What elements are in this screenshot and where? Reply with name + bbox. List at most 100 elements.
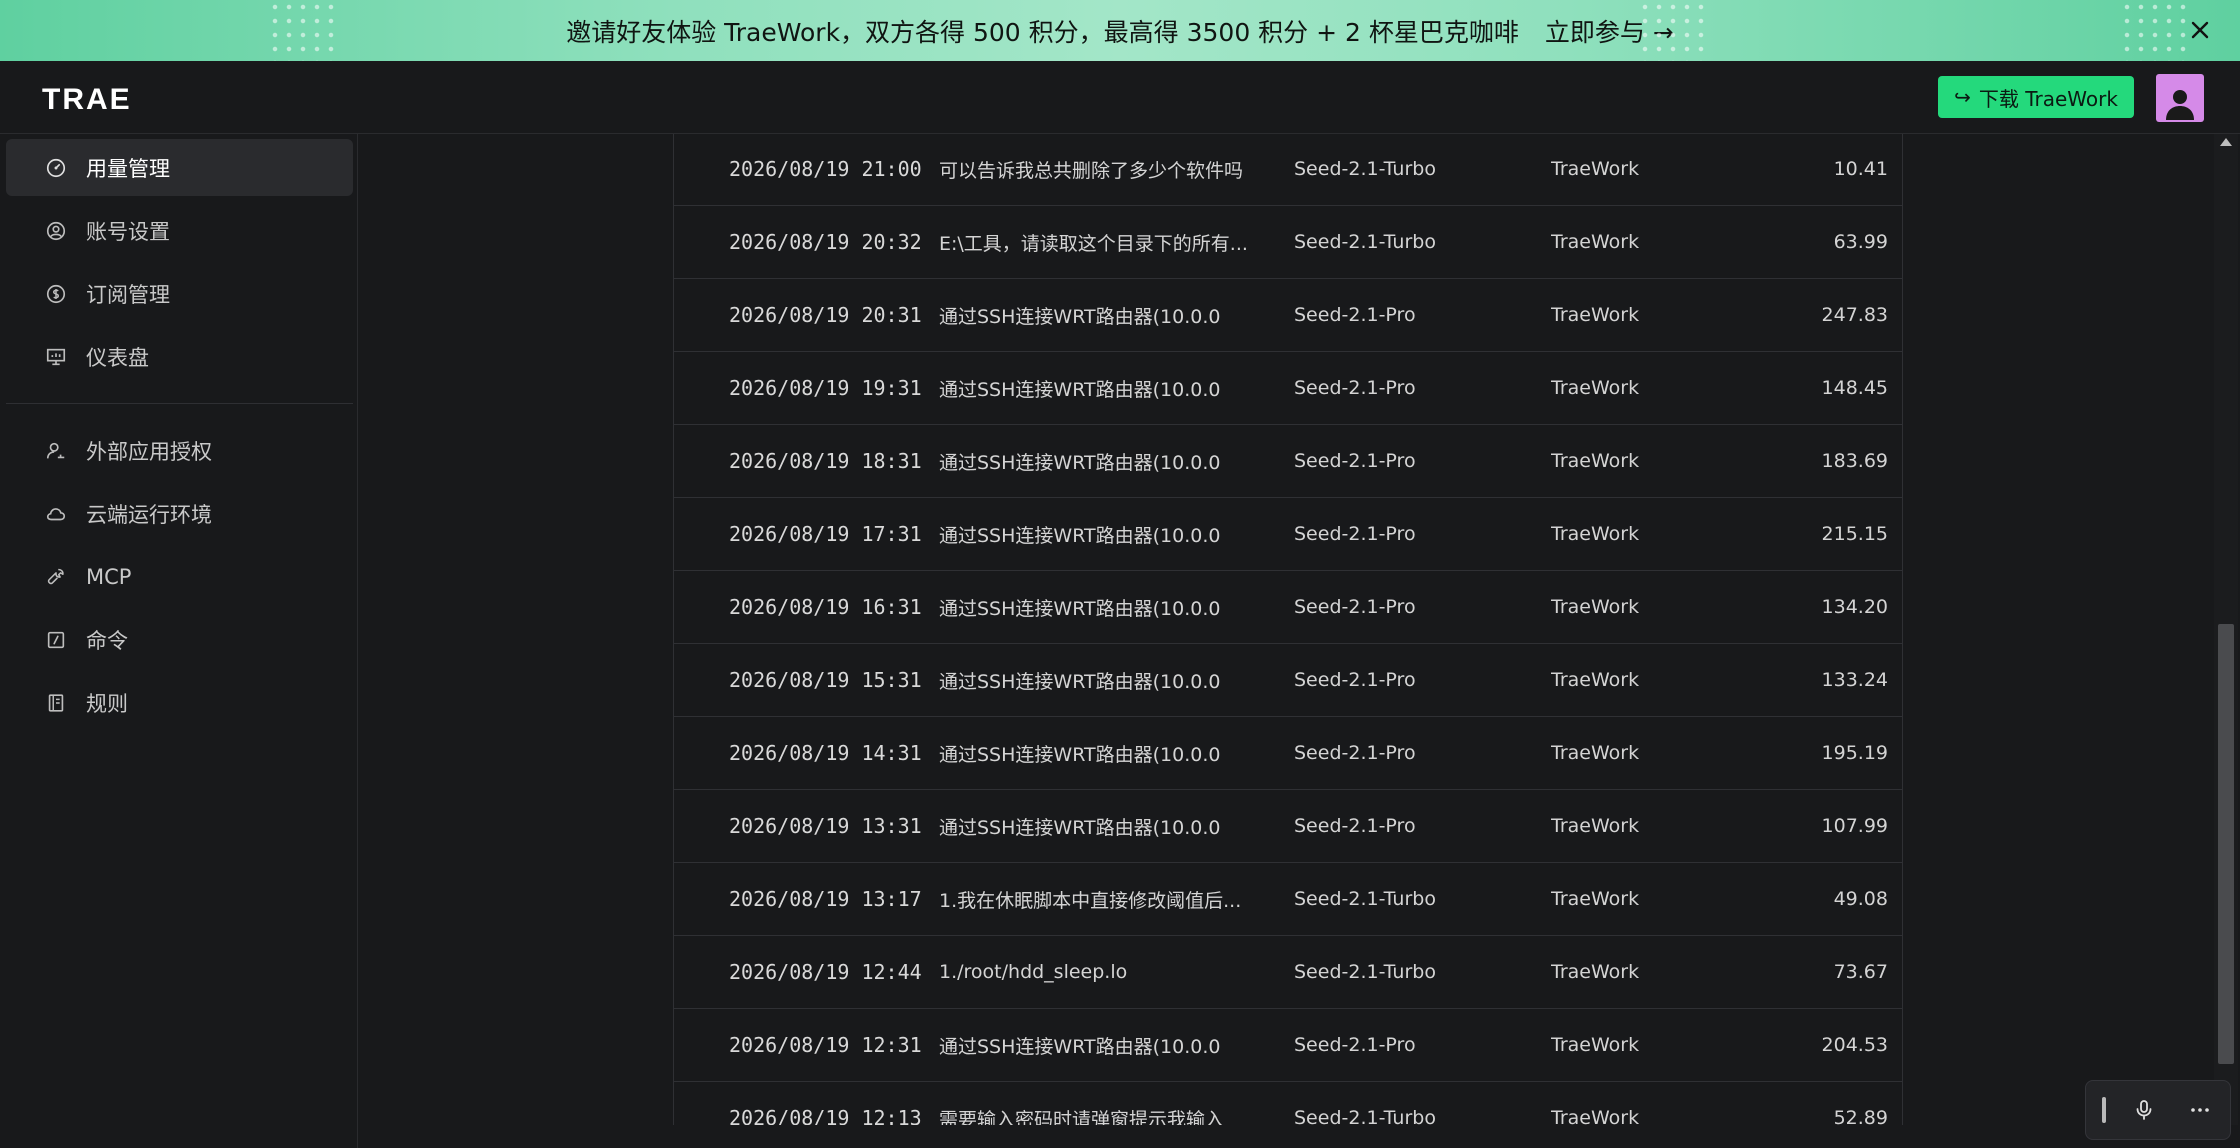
usage-title: 通过SSH连接WRT路由器(10.0.0 [939, 378, 1221, 401]
gauge-icon [44, 156, 68, 180]
usage-model: Seed-2.1-Pro [1294, 304, 1416, 326]
usage-model: Seed-2.1-Turbo [1294, 231, 1436, 253]
usage-app: TraeWork [1551, 815, 1640, 837]
close-icon [2191, 21, 2209, 39]
trae-logo[interactable]: TRAE [42, 83, 132, 117]
top-header: TRAE ↪ 下载 TraeWork [0, 61, 2240, 134]
sidebar-item-label: 外部应用授权 [86, 439, 212, 464]
sidebar-item-label: 用量管理 [86, 156, 170, 181]
user-avatar[interactable] [2156, 74, 2204, 122]
usage-app: TraeWork [1551, 596, 1640, 618]
scrollbar-thumb[interactable] [2218, 624, 2234, 1064]
usage-title: 通过SSH连接WRT路由器(10.0.0 [939, 451, 1221, 474]
microphone-button[interactable] [2126, 1092, 2162, 1128]
usage-app: TraeWork [1551, 450, 1640, 472]
user-icon [2166, 90, 2194, 120]
usage-app: TraeWork [1551, 304, 1640, 326]
usage-app: TraeWork [1551, 742, 1640, 764]
download-traework-button[interactable]: ↪ 下载 TraeWork [1938, 76, 2134, 118]
sidebar-item-usage[interactable]: 用量管理 [6, 139, 353, 196]
usage-title: 1.我在休眠脚本中直接修改阈值后... [939, 889, 1242, 912]
dollar-circle-icon [44, 282, 68, 306]
table-row[interactable]: 2026/08/19 20:31 通过SSH连接WRT路由器(10.0.0 Se… [674, 279, 1902, 352]
usage-amount: 49.08 [1833, 888, 1888, 910]
sidebar-item-cloud-env[interactable]: 云端运行环境 [6, 485, 353, 542]
slash-command-icon [44, 628, 68, 652]
cloud-icon [44, 502, 68, 526]
sidebar-item-label: 仪表盘 [86, 345, 149, 370]
sidebar-item-label: 订阅管理 [86, 282, 170, 307]
usage-time: 2026/08/19 13:31 [729, 814, 922, 838]
usage-title: E:\工具，请读取这个目录下的所有... [939, 232, 1248, 255]
usage-time: 2026/08/19 19:31 [729, 376, 922, 400]
usage-app: TraeWork [1551, 1034, 1640, 1056]
table-row[interactable]: 2026/08/19 14:31 通过SSH连接WRT路由器(10.0.0 Se… [674, 717, 1902, 790]
table-row[interactable]: 2026/08/19 12:44 1./root/hdd_sleep.lo Se… [674, 936, 1902, 1009]
scroll-up-arrow-icon[interactable] [2220, 138, 2232, 146]
usage-title: 通过SSH连接WRT路由器(10.0.0 [939, 816, 1221, 839]
usage-time: 2026/08/19 17:31 [729, 522, 922, 546]
sidebar-item-label: 账号设置 [86, 219, 170, 244]
usage-app: TraeWork [1551, 1107, 1640, 1125]
monitor-icon [44, 345, 68, 369]
usage-model: Seed-2.1-Pro [1294, 523, 1416, 545]
invite-banner: 邀请好友体验 TraeWork，双方各得 500 积分，最高得 3500 积分 … [0, 0, 2240, 61]
usage-title: 通过SSH连接WRT路由器(10.0.0 [939, 597, 1221, 620]
usage-time: 2026/08/19 12:31 [729, 1033, 922, 1057]
wrench-icon [44, 565, 68, 589]
table-row[interactable]: 2026/08/19 13:17 1.我在休眠脚本中直接修改阈值后... See… [674, 863, 1902, 936]
usage-model: Seed-2.1-Pro [1294, 742, 1416, 764]
table-row[interactable]: 2026/08/19 16:31 通过SSH连接WRT路由器(10.0.0 Se… [674, 571, 1902, 644]
usage-amount: 183.69 [1821, 450, 1888, 472]
table-row[interactable]: 2026/08/19 19:31 通过SSH连接WRT路由器(10.0.0 Se… [674, 352, 1902, 425]
table-row[interactable]: 2026/08/19 12:13 需要输入密码时请弹窗提示我输入 Seed-2.… [674, 1082, 1902, 1126]
usage-time: 2026/08/19 20:31 [729, 303, 922, 327]
usage-time: 2026/08/19 18:31 [729, 449, 922, 473]
table-row[interactable]: 2026/08/19 13:31 通过SSH连接WRT路由器(10.0.0 Se… [674, 790, 1902, 863]
table-row[interactable]: 2026/08/19 18:31 通过SSH连接WRT路由器(10.0.0 Se… [674, 425, 1902, 498]
sidebar-item-external-apps[interactable]: 外部应用授权 [6, 422, 353, 479]
table-row[interactable]: 2026/08/19 12:31 通过SSH连接WRT路由器(10.0.0 Se… [674, 1009, 1902, 1082]
banner-close-button[interactable] [2184, 14, 2216, 46]
usage-title: 通过SSH连接WRT路由器(10.0.0 [939, 524, 1221, 547]
usage-time: 2026/08/19 12:13 [729, 1106, 922, 1125]
more-button[interactable] [2182, 1092, 2218, 1128]
usage-app: TraeWork [1551, 377, 1640, 399]
usage-title: 需要输入密码时请弹窗提示我输入 [939, 1108, 1225, 1126]
sidebar-item-mcp[interactable]: MCP [6, 548, 353, 605]
usage-model: Seed-2.1-Pro [1294, 450, 1416, 472]
table-row[interactable]: 2026/08/19 21:00 可以告诉我总共删除了多少个软件吗 Seed-2… [674, 134, 1902, 206]
page-scrollbar[interactable] [2214, 134, 2238, 1125]
usage-amount: 73.67 [1833, 961, 1888, 983]
usage-amount: 215.15 [1821, 523, 1888, 545]
sidebar-item-dashboard[interactable]: 仪表盘 [6, 328, 353, 385]
drag-handle-icon[interactable] [2102, 1097, 2106, 1123]
usage-title: 通过SSH连接WRT路由器(10.0.0 [939, 1035, 1221, 1058]
download-button-label: 下载 TraeWork [1978, 86, 2118, 111]
usage-amount: 247.83 [1821, 304, 1888, 326]
sidebar-item-rules[interactable]: 规则 [6, 674, 353, 731]
banner-decoration [268, 0, 338, 61]
usage-time: 2026/08/19 15:31 [729, 668, 922, 692]
usage-model: Seed-2.1-Pro [1294, 669, 1416, 691]
usage-time: 2026/08/19 16:31 [729, 595, 922, 619]
usage-amount: 10.41 [1833, 158, 1888, 180]
table-row[interactable]: 2026/08/19 15:31 通过SSH连接WRT路由器(10.0.0 Se… [674, 644, 1902, 717]
usage-app: TraeWork [1551, 523, 1640, 545]
download-arrow-icon: ↪ [1954, 85, 1971, 109]
usage-amount: 204.53 [1821, 1034, 1888, 1056]
usage-title: 通过SSH连接WRT路由器(10.0.0 [939, 743, 1221, 766]
usage-title: 可以告诉我总共删除了多少个软件吗 [939, 159, 1244, 182]
sidebar-item-commands[interactable]: 命令 [6, 611, 353, 668]
usage-time: 2026/08/19 20:32 [729, 230, 922, 254]
usage-time: 2026/08/19 21:00 [729, 157, 922, 181]
sidebar: 用量管理 账号设置 订阅管理 仪表盘 外部应用授权 云端运行环境 MCP 命令 … [0, 134, 358, 1148]
usage-model: Seed-2.1-Pro [1294, 377, 1416, 399]
table-row[interactable]: 2026/08/19 20:32 E:\工具，请读取这个目录下的所有... Se… [674, 206, 1902, 279]
usage-amount: 107.99 [1821, 815, 1888, 837]
more-icon [2191, 1108, 2209, 1112]
sidebar-item-subscription[interactable]: 订阅管理 [6, 265, 353, 322]
usage-time: 2026/08/19 14:31 [729, 741, 922, 765]
sidebar-item-account[interactable]: 账号设置 [6, 202, 353, 259]
table-row[interactable]: 2026/08/19 17:31 通过SSH连接WRT路由器(10.0.0 Se… [674, 498, 1902, 571]
